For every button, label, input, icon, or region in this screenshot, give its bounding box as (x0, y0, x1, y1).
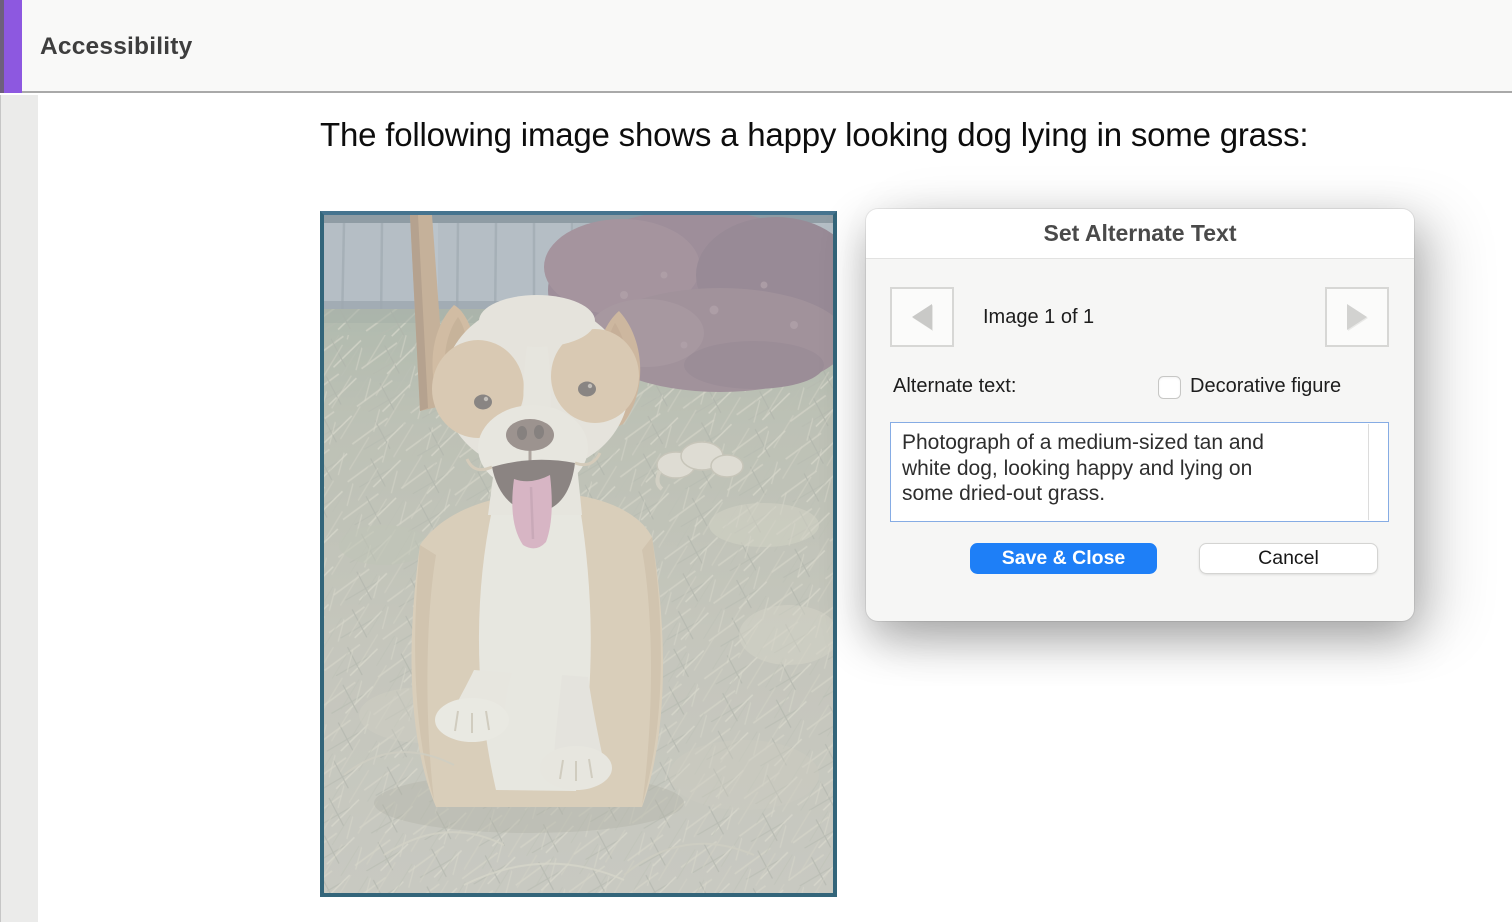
alternate-text-value: Photograph of a medium-sized tan and whi… (902, 430, 1304, 507)
decorative-figure-label: Decorative figure (1190, 375, 1341, 398)
decorative-figure-checkbox[interactable] (1158, 376, 1181, 399)
previous-image-icon (912, 304, 932, 330)
dialog-title: Set Alternate Text (1044, 220, 1237, 247)
dog-photo[interactable] (320, 211, 837, 897)
image-pager-label: Image 1 of 1 (983, 287, 1094, 347)
save-and-close-button[interactable]: Save & Close (970, 543, 1157, 574)
dialog-titlebar: Set Alternate Text (866, 209, 1414, 259)
document-heading: The following image shows a happy lookin… (320, 116, 1510, 154)
accent-stripe (0, 0, 22, 93)
accessibility-pane: Accessibility The following image shows … (0, 0, 1512, 922)
set-alternate-text-dialog: Set Alternate Text Image 1 of 1 Alternat… (866, 209, 1414, 621)
panel-header: Accessibility (0, 0, 1512, 93)
alternate-text-input[interactable]: Photograph of a medium-sized tan and whi… (890, 422, 1389, 522)
collapsed-sidebar (0, 95, 38, 922)
dog-photo-illustration (324, 215, 833, 893)
next-image-button[interactable] (1325, 287, 1389, 347)
previous-image-button[interactable] (890, 287, 954, 347)
next-image-icon (1347, 304, 1367, 330)
alternate-text-label: Alternate text: (893, 375, 1016, 398)
cancel-button[interactable]: Cancel (1199, 543, 1378, 574)
panel-title: Accessibility (40, 0, 192, 93)
